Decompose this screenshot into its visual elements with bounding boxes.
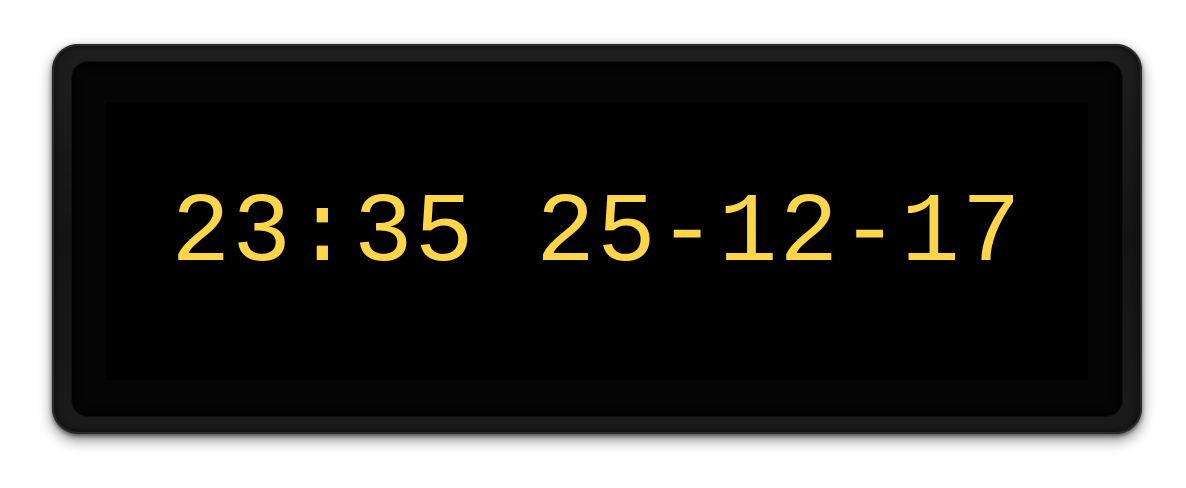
display-device: 23:35 25-12-17 — [52, 44, 1142, 434]
stage: 23:35 25-12-17 — [0, 0, 1186, 488]
display-bezel: 23:35 25-12-17 — [72, 62, 1122, 416]
display-screen: 23:35 25-12-17 — [106, 102, 1088, 380]
datetime-readout: 23:35 25-12-17 — [171, 179, 1023, 290]
